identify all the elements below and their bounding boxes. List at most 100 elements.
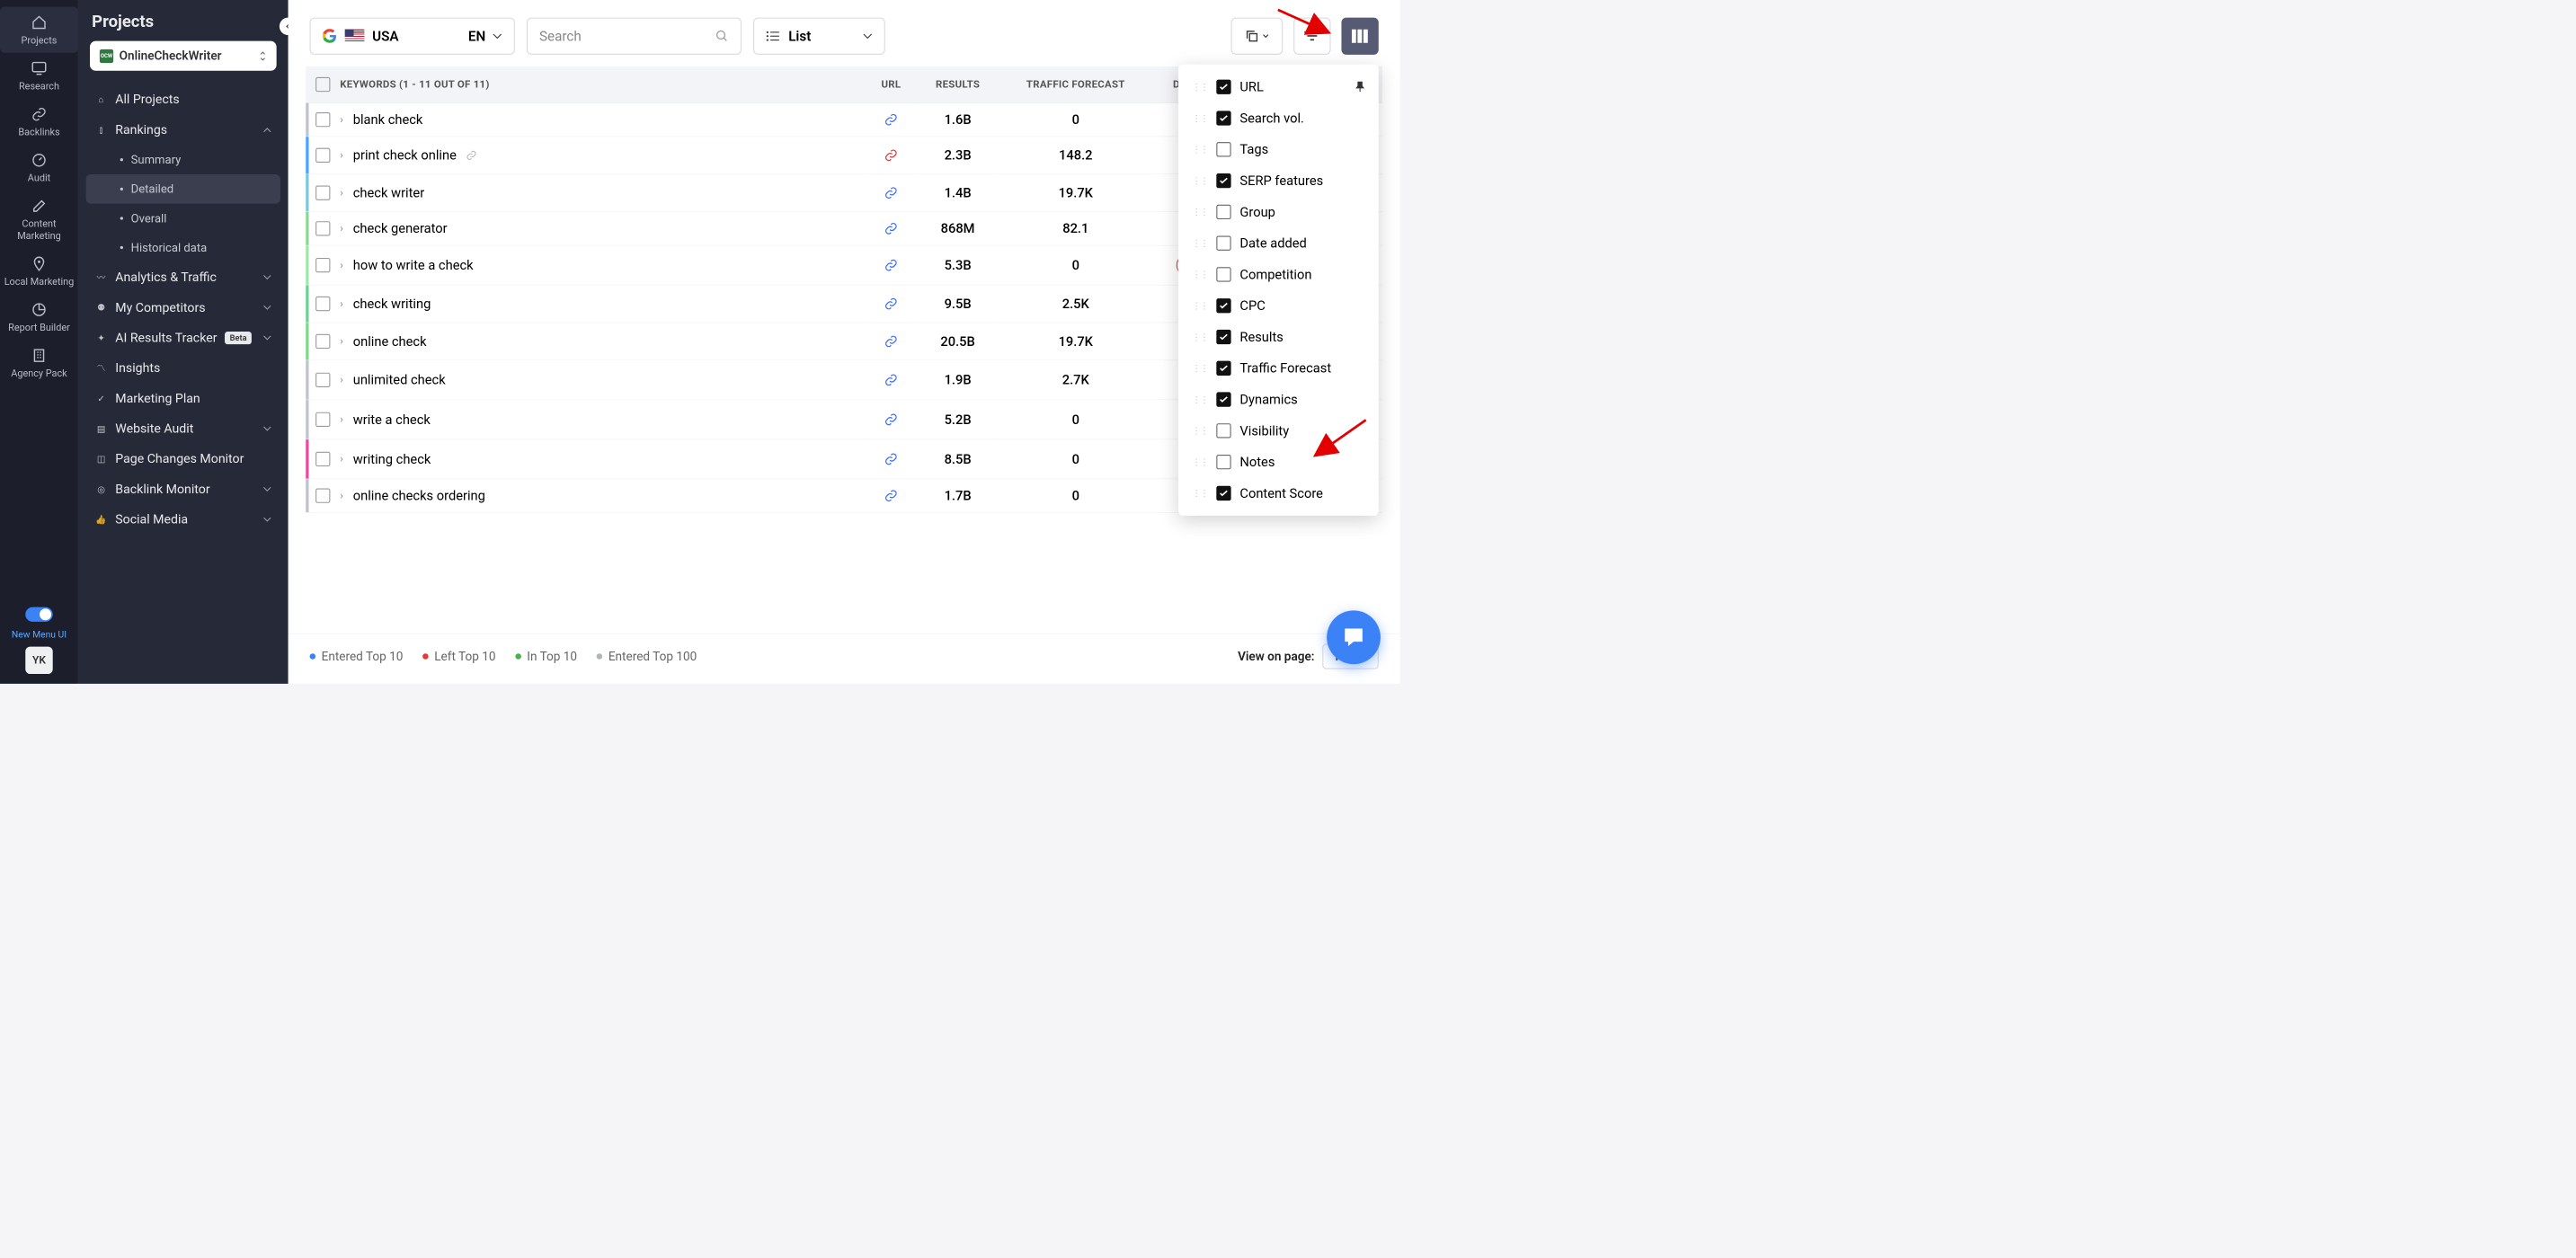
drag-handle-icon[interactable]: ⋮⋮ (1192, 82, 1207, 92)
expand-icon[interactable]: › (340, 223, 343, 235)
rail-local-marketing[interactable]: Local Marketing (0, 248, 78, 294)
drag-handle-icon[interactable]: ⋮⋮ (1192, 270, 1207, 279)
col-traffic[interactable]: TRAFFIC FORECAST (999, 66, 1152, 102)
chat-fab[interactable] (1327, 610, 1381, 664)
nav-sub-historical-data[interactable]: Historical data (86, 233, 280, 262)
nav-ai-results-tracker[interactable]: ✦AI Results TrackerBeta (86, 323, 280, 353)
nav-sub-summary[interactable]: Summary (86, 145, 280, 174)
nav-all-projects[interactable]: ⌂All Projects (86, 84, 280, 115)
nav-sub-detailed[interactable]: Detailed (86, 174, 280, 204)
nav-website-audit[interactable]: ▤Website Audit (86, 413, 280, 444)
row-checkbox[interactable] (315, 373, 330, 387)
row-checkbox[interactable] (315, 452, 330, 466)
copy-button[interactable] (1231, 18, 1284, 55)
drag-handle-icon[interactable]: ⋮⋮ (1192, 301, 1207, 311)
url-link-icon[interactable] (875, 186, 907, 199)
rail-report-builder[interactable]: Report Builder (0, 294, 78, 340)
column-checkbox[interactable] (1216, 361, 1230, 376)
url-link-icon[interactable] (875, 489, 907, 502)
column-checkbox[interactable] (1216, 423, 1230, 438)
expand-icon[interactable]: › (340, 297, 343, 310)
row-checkbox[interactable] (315, 297, 330, 311)
row-checkbox[interactable] (315, 186, 330, 200)
column-checkbox[interactable] (1216, 80, 1230, 94)
row-checkbox[interactable] (315, 258, 330, 272)
expand-icon[interactable]: › (340, 259, 343, 271)
nav-sub-overall[interactable]: Overall (86, 204, 280, 234)
rail-projects[interactable]: Projects (0, 7, 78, 53)
column-option-traffic-forecast[interactable]: ⋮⋮Traffic Forecast (1178, 352, 1379, 384)
url-link-icon[interactable] (875, 259, 907, 272)
column-option-results[interactable]: ⋮⋮Results (1178, 322, 1379, 353)
expand-icon[interactable]: › (340, 453, 343, 465)
drag-handle-icon[interactable]: ⋮⋮ (1192, 332, 1207, 341)
column-checkbox[interactable] (1216, 111, 1230, 125)
drag-handle-icon[interactable]: ⋮⋮ (1192, 426, 1207, 436)
expand-icon[interactable]: › (340, 490, 343, 502)
expand-icon[interactable]: › (340, 113, 343, 126)
expand-icon[interactable]: › (340, 187, 343, 199)
nav-rankings[interactable]: ⫾Rankings (86, 115, 280, 146)
url-link-icon[interactable] (875, 373, 907, 386)
column-option-content-score[interactable]: ⋮⋮Content Score (1178, 478, 1379, 509)
drag-handle-icon[interactable]: ⋮⋮ (1192, 488, 1207, 498)
col-results[interactable]: RESULTS (917, 66, 999, 102)
user-avatar[interactable]: YK (25, 647, 52, 674)
column-checkbox[interactable] (1216, 455, 1230, 469)
column-checkbox[interactable] (1216, 486, 1230, 501)
nav-analytics-&-traffic[interactable]: 〰Analytics & Traffic (86, 262, 280, 293)
pin-icon[interactable] (1355, 81, 1365, 93)
url-link-icon[interactable] (875, 297, 907, 310)
column-option-dynamics[interactable]: ⋮⋮Dynamics (1178, 384, 1379, 415)
nav-social-media[interactable]: 👍Social Media (86, 504, 280, 535)
rail-agency-pack[interactable]: Agency Pack (0, 340, 78, 385)
column-option-url[interactable]: ⋮⋮URL (1178, 71, 1379, 102)
column-checkbox[interactable] (1216, 330, 1230, 344)
view-selector[interactable]: List (753, 18, 885, 55)
column-option-search-vol-[interactable]: ⋮⋮Search vol. (1178, 102, 1379, 134)
expand-icon[interactable]: › (340, 335, 343, 348)
nav-marketing-plan[interactable]: ✓Marketing Plan (86, 384, 280, 414)
url-link-icon[interactable] (875, 334, 907, 348)
columns-button[interactable] (1341, 18, 1378, 55)
column-option-group[interactable]: ⋮⋮Group (1178, 196, 1379, 227)
drag-handle-icon[interactable]: ⋮⋮ (1192, 113, 1207, 123)
drag-handle-icon[interactable]: ⋮⋮ (1192, 207, 1207, 217)
expand-icon[interactable]: › (340, 149, 343, 162)
url-link-icon[interactable] (875, 452, 907, 465)
expand-icon[interactable]: › (340, 413, 343, 426)
column-checkbox[interactable] (1216, 298, 1230, 313)
column-option-serp-features[interactable]: ⋮⋮SERP features (1178, 165, 1379, 197)
row-checkbox[interactable] (315, 489, 330, 503)
select-all-checkbox[interactable] (315, 77, 330, 92)
row-checkbox[interactable] (315, 148, 330, 163)
column-checkbox[interactable] (1216, 205, 1230, 219)
nav-my-competitors[interactable]: ⚉My Competitors (86, 293, 280, 323)
column-checkbox[interactable] (1216, 267, 1230, 281)
drag-handle-icon[interactable]: ⋮⋮ (1192, 363, 1207, 373)
column-checkbox[interactable] (1216, 173, 1230, 188)
column-checkbox[interactable] (1216, 236, 1230, 251)
country-selector[interactable]: USA EN (310, 18, 515, 55)
col-url[interactable]: URL (866, 66, 917, 102)
column-option-cpc[interactable]: ⋮⋮CPC (1178, 290, 1379, 322)
column-checkbox[interactable] (1216, 392, 1230, 406)
rail-backlinks[interactable]: Backlinks (0, 99, 78, 145)
search-input[interactable]: Search (527, 18, 742, 55)
project-selector[interactable]: OCW OnlineCheckWriter (90, 41, 277, 71)
column-option-date-added[interactable]: ⋮⋮Date added (1178, 227, 1379, 259)
drag-handle-icon[interactable]: ⋮⋮ (1192, 238, 1207, 248)
nav-backlink-monitor[interactable]: ◎Backlink Monitor (86, 474, 280, 505)
row-checkbox[interactable] (315, 112, 330, 127)
new-menu-toggle[interactable] (25, 607, 52, 622)
url-link-icon[interactable] (875, 148, 907, 162)
column-option-visibility[interactable]: ⋮⋮Visibility (1178, 415, 1379, 447)
column-checkbox[interactable] (1216, 142, 1230, 156)
filter-button[interactable] (1293, 18, 1330, 55)
nav-insights[interactable]: 〽Insights (86, 353, 280, 384)
nav-page-changes-monitor[interactable]: ◫Page Changes Monitor (86, 444, 280, 474)
column-option-tags[interactable]: ⋮⋮Tags (1178, 134, 1379, 165)
column-option-competition[interactable]: ⋮⋮Competition (1178, 259, 1379, 290)
column-option-notes[interactable]: ⋮⋮Notes (1178, 447, 1379, 478)
rail-audit[interactable]: Audit (0, 145, 78, 190)
